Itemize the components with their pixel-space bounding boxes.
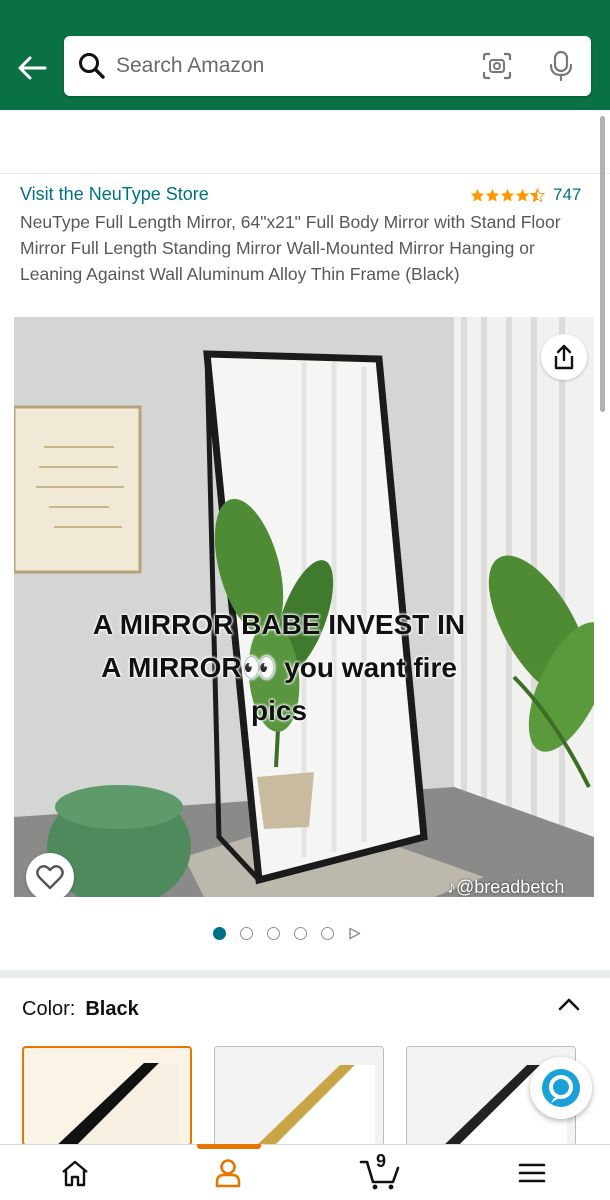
star-icon bbox=[500, 188, 515, 202]
video-play-icon[interactable] bbox=[348, 927, 361, 940]
star-icon bbox=[515, 188, 530, 202]
color-label: Color: bbox=[22, 998, 76, 1020]
tiktok-watermark: ♪@breadbetch bbox=[447, 877, 565, 897]
search-icon bbox=[79, 53, 105, 79]
alexa-icon bbox=[542, 1069, 580, 1107]
caption-line: A MIRROR BABE INVEST IN bbox=[92, 609, 466, 640]
carousel-dot[interactable] bbox=[240, 927, 253, 940]
star-rating bbox=[470, 187, 545, 203]
cart-count: 9 bbox=[375, 1151, 386, 1171]
microphone-icon[interactable] bbox=[548, 50, 574, 82]
star-icon bbox=[470, 188, 485, 202]
product-page: Visit the NeuType Store 747 NeuType Full… bbox=[0, 0, 610, 1200]
carousel-dot[interactable] bbox=[294, 927, 307, 940]
active-tab-indicator bbox=[197, 1144, 261, 1149]
caption-line: A MIRROR👀 you want fire bbox=[101, 652, 457, 683]
swatch-gold[interactable] bbox=[214, 1046, 384, 1146]
rating-count: 747 bbox=[553, 185, 582, 204]
back-button[interactable] bbox=[14, 50, 50, 86]
color-selector-label: Color: Black bbox=[22, 998, 139, 1021]
store-link[interactable]: Visit the NeuType Store bbox=[20, 184, 209, 205]
swatch-thumbnail bbox=[58, 1063, 179, 1144]
nav-account[interactable] bbox=[198, 1145, 258, 1200]
carousel-dot[interactable] bbox=[321, 927, 334, 940]
heart-icon bbox=[36, 865, 64, 890]
nav-menu[interactable] bbox=[502, 1145, 562, 1200]
search-input[interactable] bbox=[116, 44, 476, 88]
swatch-black[interactable] bbox=[22, 1046, 192, 1146]
caption-line: pics bbox=[250, 695, 308, 726]
menu-icon bbox=[518, 1163, 546, 1183]
video-caption: A MIRROR BABE INVEST IN A MIRROR👀 you wa… bbox=[44, 603, 514, 732]
carousel-indicator bbox=[213, 927, 361, 940]
carousel-dot[interactable] bbox=[267, 927, 280, 940]
home-icon bbox=[62, 1160, 88, 1187]
wishlist-button[interactable] bbox=[26, 853, 74, 897]
swatch-thumbnail bbox=[215, 1047, 383, 1145]
chevron-up-icon[interactable] bbox=[556, 994, 582, 1016]
color-value: Black bbox=[85, 998, 139, 1020]
product-title: NeuType Full Length Mirror, 64"x21" Full… bbox=[20, 212, 561, 284]
bottom-navigation: 9 bbox=[0, 1144, 610, 1200]
camera-scan-icon[interactable] bbox=[482, 52, 512, 80]
header-spacer bbox=[0, 110, 610, 174]
rating-summary[interactable]: 747 bbox=[470, 185, 581, 205]
product-image-carousel[interactable]: A MIRROR BABE INVEST IN A MIRROR👀 you wa… bbox=[14, 317, 594, 897]
scrollbar[interactable] bbox=[600, 116, 605, 412]
account-icon bbox=[215, 1159, 241, 1188]
nav-home[interactable] bbox=[45, 1145, 105, 1200]
back-arrow-icon bbox=[18, 56, 47, 80]
alexa-button[interactable] bbox=[530, 1057, 592, 1119]
star-icon bbox=[485, 188, 500, 202]
half-star-icon bbox=[530, 187, 545, 202]
color-swatches bbox=[22, 1046, 610, 1146]
carousel-dot[interactable] bbox=[213, 927, 226, 940]
share-button[interactable] bbox=[541, 334, 587, 380]
top-header bbox=[0, 0, 610, 110]
section-divider bbox=[0, 970, 610, 978]
nav-cart[interactable]: 9 bbox=[350, 1145, 410, 1200]
search-box[interactable] bbox=[64, 36, 591, 96]
share-icon bbox=[554, 344, 574, 370]
